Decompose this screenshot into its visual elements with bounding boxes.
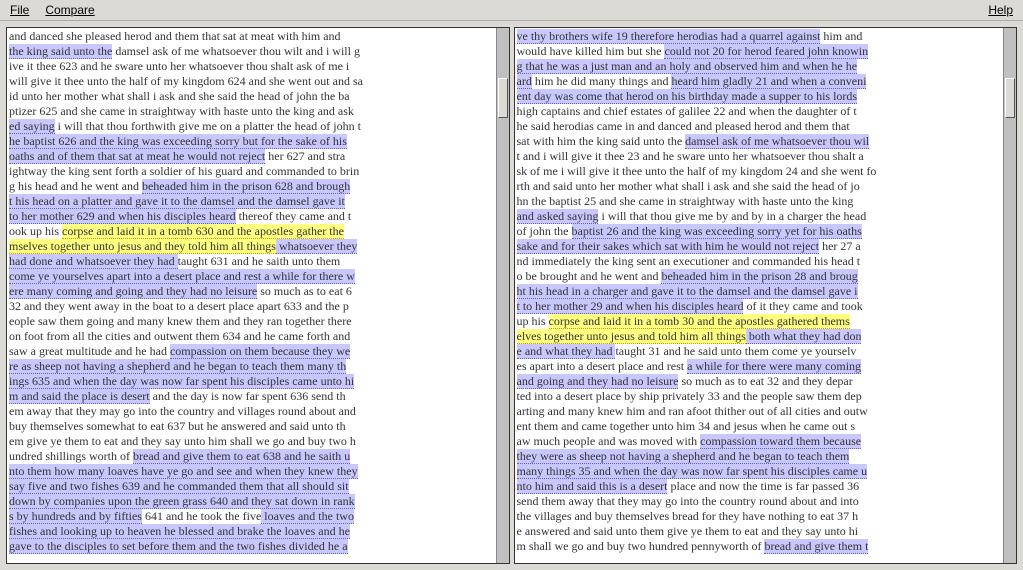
right-scrollbar[interactable] xyxy=(1003,28,1016,563)
left-text[interactable]: and danced she pleased herod and them th… xyxy=(7,28,496,563)
menu-compare[interactable]: Compare xyxy=(37,1,102,19)
menu-help[interactable]: Help xyxy=(980,1,1021,19)
left-scrollbar[interactable] xyxy=(496,28,509,563)
scrollbar-thumb[interactable] xyxy=(1005,78,1015,118)
menu-file[interactable]: File xyxy=(2,1,37,19)
scrollbar-thumb[interactable] xyxy=(498,78,508,118)
panes: and danced she pleased herod and them th… xyxy=(0,21,1023,570)
left-pane: and danced she pleased herod and them th… xyxy=(6,27,510,564)
menubar: File Compare Help xyxy=(0,0,1023,21)
right-text[interactable]: ve thy brothers wife 19 therefore herodi… xyxy=(515,28,1004,563)
right-pane: ve thy brothers wife 19 therefore herodi… xyxy=(514,27,1018,564)
